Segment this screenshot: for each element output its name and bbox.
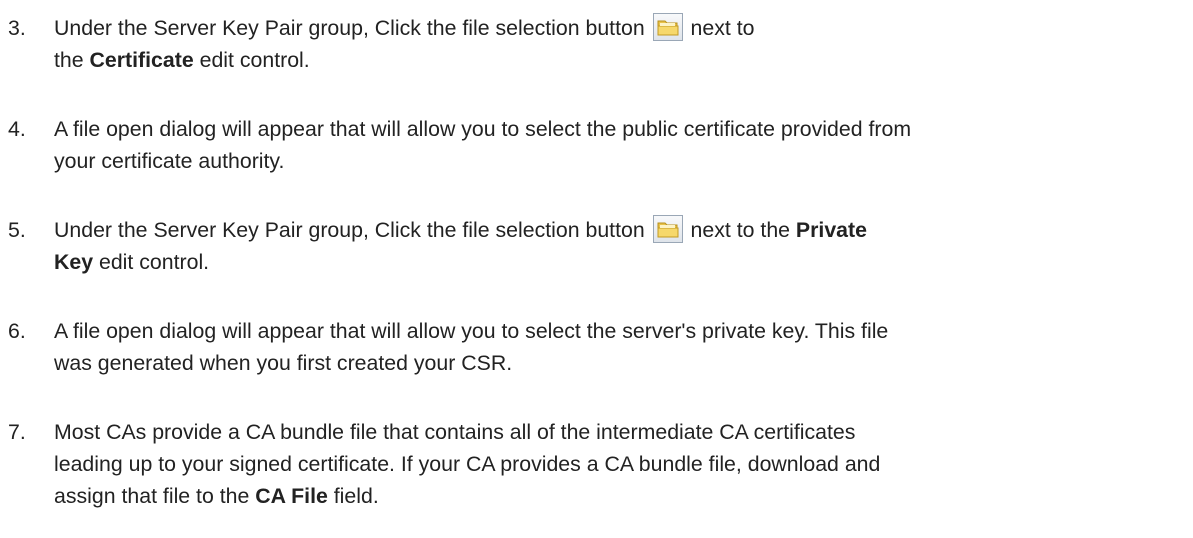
step-line-text: Under the Server Key Pair group, Click t…: [54, 218, 645, 242]
field-name-key: Key: [54, 250, 94, 274]
step-line: Under the Server Key Pair group, Click t…: [54, 12, 1189, 44]
step-line: was generated when you first created you…: [54, 351, 513, 375]
step-line-text: next to: [690, 16, 755, 40]
step-text: Under the Server Key Pair group, Click t…: [54, 214, 1189, 278]
step-number: 5.: [8, 218, 26, 242]
step-number: 6.: [8, 319, 26, 343]
step-line: Under the Server Key Pair group, Click t…: [54, 214, 1189, 246]
step-line-text: Under the Server Key Pair group, Click t…: [54, 16, 645, 40]
step-line-text: assign that file to the: [54, 484, 256, 508]
step-number: 7.: [8, 420, 26, 444]
step-line-text: next to the: [690, 218, 796, 242]
step-text: A file open dialog will appear that will…: [54, 113, 1189, 177]
step-line: the Certificate edit control.: [54, 44, 1189, 76]
step-line: Most CAs provide a CA bundle file that c…: [54, 420, 856, 444]
field-name-private: Private: [795, 218, 867, 242]
step-text: Under the Server Key Pair group, Click t…: [54, 12, 1189, 76]
field-name-certificate: Certificate: [89, 48, 194, 72]
step-text: A file open dialog will appear that will…: [54, 315, 1189, 379]
step-line-text: field.: [327, 484, 379, 508]
step-number: 3.: [8, 16, 26, 40]
folder-open-icon: [652, 13, 683, 41]
step-line: A file open dialog will appear that will…: [54, 319, 889, 343]
step-number: 4.: [8, 117, 26, 141]
step-line-text: edit control.: [93, 250, 210, 274]
step-line: Key edit control.: [54, 246, 1189, 278]
step-line: A file open dialog will appear that will…: [54, 117, 912, 141]
step-line: your certificate authority.: [54, 149, 285, 173]
step-line-text: the: [54, 48, 90, 72]
step-line-text: edit control.: [193, 48, 310, 72]
step-line: assign that file to the CA File field.: [54, 480, 1189, 512]
step-line: leading up to your signed certificate. I…: [54, 452, 881, 476]
folder-open-icon: [652, 215, 683, 243]
step-text: Most CAs provide a CA bundle file that c…: [54, 416, 1189, 512]
field-name-ca-file: CA File: [255, 484, 328, 508]
